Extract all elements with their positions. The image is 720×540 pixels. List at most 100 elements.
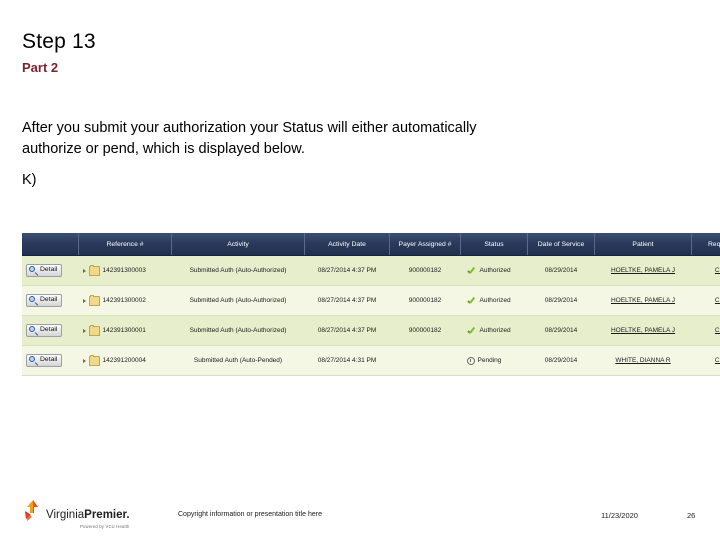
magnifier-icon <box>29 326 38 335</box>
cell-date-of-service: 08/29/2014 <box>527 345 595 376</box>
column-header-date-of-service[interactable]: Date of Service <box>527 233 595 256</box>
column-header-patient[interactable]: Patient <box>594 233 692 256</box>
authorization-grid-screenshot: Reference # Activity Activity Date Payer… <box>22 233 720 376</box>
detail-button-label: Detail <box>40 356 58 364</box>
magnifier-icon <box>29 356 38 365</box>
cell-requesting-clinician: CHOI MD,JOHN <box>691 315 720 346</box>
virginia-premier-arrow-icon <box>24 500 44 524</box>
cell-status: Pending <box>460 345 528 376</box>
column-header-payer-assigned[interactable]: Payer Assigned # <box>389 233 461 256</box>
clinician-link[interactable]: CHOI MD,JOHN <box>715 297 720 304</box>
detail-button-label: Detail <box>40 326 58 334</box>
cell-reference: 142391200004 <box>78 345 172 376</box>
cell-status: Authorized <box>460 285 528 316</box>
column-header-requesting-clinician[interactable]: Requesting Clinician <box>691 233 720 256</box>
column-header-activity[interactable]: Activity <box>171 233 305 256</box>
cell-date-of-service: 08/29/2014 <box>527 285 595 316</box>
footer-divider <box>0 493 720 494</box>
status-label: Authorized <box>479 327 511 334</box>
reference-number: 142391200004 <box>102 357 146 364</box>
patient-link[interactable]: HOELTKE, PAMELA J <box>611 297 675 304</box>
authorization-grid: Reference # Activity Activity Date Payer… <box>22 233 720 376</box>
cell-activity-date: 08/27/2014 4:37 PM <box>304 285 390 316</box>
cell-reference: 142391300001 <box>78 315 172 346</box>
patient-link[interactable]: HOELTKE, PAMELA J <box>611 327 675 334</box>
cell-detail: Detail <box>22 255 79 286</box>
clinician-link[interactable]: CHOI MD,JOHN <box>715 267 720 274</box>
cell-reference: 142391300003 <box>78 255 172 286</box>
reference-number: 142391300003 <box>102 267 146 274</box>
cell-detail: Detail <box>22 315 79 346</box>
brand-tagline: Powered by VCU Health <box>79 524 130 529</box>
cell-detail: Detail <box>22 285 79 316</box>
cell-patient: WHITE, DIANNA R <box>594 345 692 376</box>
cell-detail: Detail <box>22 345 79 376</box>
cell-payer-assigned: 900000182 <box>389 315 461 346</box>
folder-icon <box>88 324 100 336</box>
detail-button[interactable]: Detail <box>26 264 63 277</box>
status-authorized-check-icon <box>467 266 477 276</box>
status-authorized-check-icon <box>467 326 477 336</box>
cell-date-of-service: 08/29/2014 <box>527 315 595 346</box>
cell-requesting-clinician: CHOI MD,JOHN <box>691 285 720 316</box>
body-text-line-1: After you submit your authorization your… <box>22 120 477 136</box>
detail-button[interactable]: Detail <box>26 324 63 337</box>
table-row[interactable]: Detail 142391300002 Submitted Auth (Auto… <box>22 285 720 316</box>
magnifier-icon <box>29 266 38 275</box>
cell-status: Authorized <box>460 315 528 346</box>
column-header-activity-date[interactable]: Activity Date <box>304 233 390 256</box>
cell-payer-assigned <box>389 345 461 376</box>
expand-arrow-icon[interactable] <box>82 268 86 273</box>
cell-activity-date: 08/27/2014 4:37 PM <box>304 255 390 286</box>
cell-reference: 142391300002 <box>78 285 172 316</box>
body-text: After you submit your authorization your… <box>22 118 682 160</box>
cell-patient: HOELTKE, PAMELA J <box>594 255 692 286</box>
footer-page-number: 26 <box>687 511 696 520</box>
status-label: Authorized <box>479 297 511 304</box>
folder-icon <box>88 264 100 276</box>
grid-body: Detail 142391300003 Submitted Auth (Auto… <box>22 255 720 376</box>
folder-icon <box>88 294 100 306</box>
expand-arrow-icon[interactable] <box>82 328 86 333</box>
cell-patient: HOELTKE, PAMELA J <box>594 315 692 346</box>
cell-activity: Submitted Auth (Auto-Authorized) <box>171 315 305 346</box>
brand-logo: VirginiaPremier. Powered by VCU Health <box>24 500 130 529</box>
table-row[interactable]: Detail 142391300001 Submitted Auth (Auto… <box>22 315 720 346</box>
cell-activity: Submitted Auth (Auto-Authorized) <box>171 285 305 316</box>
status-authorized-check-icon <box>467 296 477 306</box>
grid-header-row: Reference # Activity Activity Date Payer… <box>22 233 720 256</box>
cell-date-of-service: 08/29/2014 <box>527 255 595 286</box>
patient-link[interactable]: WHITE, DIANNA R <box>615 357 670 364</box>
footer-date: 11/23/2020 <box>601 511 638 520</box>
column-header-detail[interactable] <box>22 233 79 256</box>
detail-button[interactable]: Detail <box>26 294 63 307</box>
expand-arrow-icon[interactable] <box>82 358 86 363</box>
column-header-status[interactable]: Status <box>460 233 528 256</box>
column-header-reference[interactable]: Reference # <box>78 233 172 256</box>
reference-number: 142391300001 <box>102 327 146 334</box>
cell-activity-date: 08/27/2014 4:31 PM <box>304 345 390 376</box>
patient-link[interactable]: HOELTKE, PAMELA J <box>611 267 675 274</box>
table-row[interactable]: Detail 142391300003 Submitted Auth (Auto… <box>22 255 720 286</box>
table-row[interactable]: Detail 142391200004 Submitted Auth (Auto… <box>22 345 720 376</box>
clinician-link[interactable]: CHOI MD,JOHN <box>715 327 720 334</box>
magnifier-icon <box>29 296 38 305</box>
cell-requesting-clinician: CHOI MD,JOHN <box>691 255 720 286</box>
folder-icon <box>88 354 100 366</box>
brand-name-light: Virginia <box>46 509 85 521</box>
cell-requesting-clinician: CHOI MD,JOHN <box>691 345 720 376</box>
cell-payer-assigned: 900000182 <box>389 255 461 286</box>
cell-patient: HOELTKE, PAMELA J <box>594 285 692 316</box>
brand-logo-text: VirginiaPremier. <box>46 509 130 521</box>
detail-button[interactable]: Detail <box>26 354 63 367</box>
body-text-line-2: authorize or pend, which is displayed be… <box>22 141 305 157</box>
detail-button-label: Detail <box>40 296 58 304</box>
footer-copyright: Copyright information or presentation ti… <box>178 511 322 518</box>
cell-status: Authorized <box>460 255 528 286</box>
detail-button-label: Detail <box>40 266 58 274</box>
status-label: Authorized <box>479 267 511 274</box>
reference-number: 142391300002 <box>102 297 146 304</box>
cell-activity: Submitted Auth (Auto-Authorized) <box>171 255 305 286</box>
clinician-link[interactable]: CHOI MD,JOHN <box>715 357 720 364</box>
expand-arrow-icon[interactable] <box>82 298 86 303</box>
